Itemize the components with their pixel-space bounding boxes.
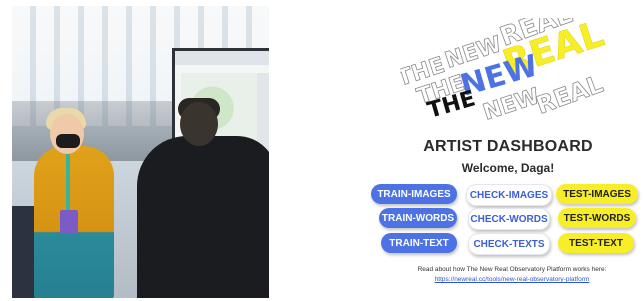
screen-toolbar — [175, 51, 269, 65]
train-words-button[interactable]: TRAIN-WORDS — [379, 208, 457, 228]
the-new-real-logo: THE THE NEW NEW REAL REAL REAL NEW THE — [394, 0, 616, 132]
train-images-button[interactable]: TRAIN-IMAGES — [371, 184, 457, 204]
visitor-head — [180, 102, 218, 146]
presenter-mask — [56, 134, 80, 148]
presenter-badge — [60, 210, 78, 234]
test-text-button[interactable]: TEST-TEXT — [558, 233, 634, 253]
check-images-button[interactable]: CHECK-IMAGES — [466, 184, 552, 206]
footer-text: Read about how The New Real Observatory … — [417, 266, 607, 273]
platform-info-link[interactable]: https://newreal.cc/tools/new-real-observ… — [435, 276, 590, 283]
svg-text:REAL: REAL — [532, 70, 606, 120]
train-text-button[interactable]: TRAIN-TEXT — [381, 233, 457, 253]
event-photo — [12, 6, 269, 298]
test-words-button[interactable]: TEST-WORDS — [558, 208, 636, 228]
welcome-message: Welcome, Daga! — [461, 161, 555, 175]
visitor-body — [137, 136, 269, 298]
check-words-button[interactable]: CHECK-WORDS — [468, 208, 550, 230]
presenter-lanyard — [66, 154, 70, 212]
check-texts-button[interactable]: CHECK-TEXTS — [468, 233, 550, 255]
footer: Read about how The New Real Observatory … — [395, 265, 629, 285]
test-images-button[interactable]: TEST-IMAGES — [556, 184, 638, 204]
page-title: ARTIST DASHBOARD — [423, 138, 593, 155]
